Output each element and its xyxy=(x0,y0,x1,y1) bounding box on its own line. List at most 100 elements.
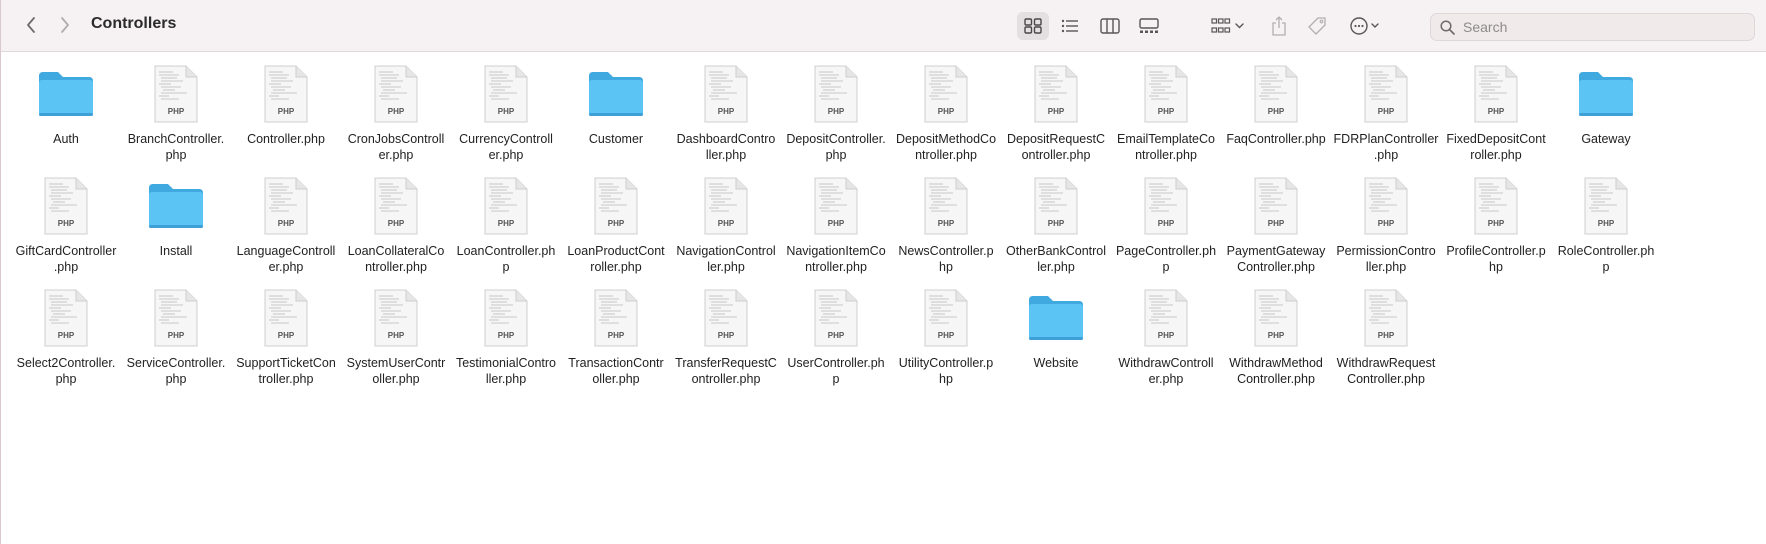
file-name: BranchController. php xyxy=(127,132,225,162)
column-view-button[interactable] xyxy=(1095,12,1125,40)
folder-item[interactable]: Install xyxy=(121,172,231,284)
php-badge: PHP xyxy=(1598,219,1615,228)
php-file-icon: PHP xyxy=(1364,65,1408,123)
php-file-icon: PHP xyxy=(1474,177,1518,235)
php-file-icon: PHP xyxy=(264,177,308,235)
icon-view-button[interactable] xyxy=(1017,12,1049,40)
file-item[interactable]: PHP CurrencyControll er.php xyxy=(451,60,561,172)
php-badge: PHP xyxy=(1268,331,1285,340)
file-item[interactable]: PHP PaymentGateway Controller.php xyxy=(1221,172,1331,284)
item-icon: PHP xyxy=(1245,284,1307,352)
file-item[interactable]: PHP SystemUserContr oller.php xyxy=(341,284,451,396)
file-item[interactable]: PHP ProfileController.p hp xyxy=(1441,172,1551,284)
file-name: Controller.php xyxy=(247,132,325,146)
php-file-icon: PHP xyxy=(1474,65,1518,123)
group-by-button[interactable] xyxy=(1207,12,1251,40)
more-actions-button[interactable] xyxy=(1346,12,1386,40)
file-item[interactable]: PHP DepositMethodCo ntroller.php xyxy=(891,60,1001,172)
php-badge: PHP xyxy=(718,331,735,340)
tag-button[interactable] xyxy=(1303,12,1331,40)
file-item[interactable]: PHP RoleController.ph p xyxy=(1551,172,1661,284)
file-item[interactable]: PHP LanguageControll er.php xyxy=(231,172,341,284)
php-badge: PHP xyxy=(828,219,845,228)
file-name: WithdrawControll er.php xyxy=(1118,356,1214,386)
item-icon: PHP xyxy=(1355,172,1417,240)
folder-item[interactable]: Customer xyxy=(561,60,671,172)
file-item[interactable]: PHP TransactionContr oller.php xyxy=(561,284,671,396)
php-badge: PHP xyxy=(1158,107,1175,116)
file-name: Website xyxy=(1033,356,1079,370)
file-name: PaymentGateway Controller.php xyxy=(1226,244,1326,274)
php-file-icon: PHP xyxy=(1254,177,1298,235)
php-file-icon: PHP xyxy=(814,289,858,347)
file-item[interactable]: PHP BranchController. php xyxy=(121,60,231,172)
php-file-icon: PHP xyxy=(1034,177,1078,235)
file-item[interactable]: PHP LoanController.ph p xyxy=(451,172,561,284)
file-item[interactable]: PHP ServiceController. php xyxy=(121,284,231,396)
file-item[interactable]: PHP LoanProductCont roller.php xyxy=(561,172,671,284)
folder-icon xyxy=(1029,296,1083,340)
file-item[interactable]: PHP PageController.ph p xyxy=(1111,172,1221,284)
file-item[interactable]: PHP Controller.php xyxy=(231,60,341,172)
file-name: PageController.ph p xyxy=(1115,244,1217,274)
folder-item[interactable]: Website xyxy=(1001,284,1111,396)
list-view-button[interactable] xyxy=(1055,12,1085,40)
folder-item[interactable]: Auth xyxy=(11,60,121,172)
php-badge: PHP xyxy=(1048,107,1065,116)
file-item[interactable]: PHP LoanCollateralCo ntroller.php xyxy=(341,172,451,284)
item-icon: PHP xyxy=(805,284,867,352)
file-item[interactable]: PHP NavigationControl ler.php xyxy=(671,172,781,284)
php-badge: PHP xyxy=(1268,219,1285,228)
file-item[interactable]: PHP TransferRequestC ontroller.php xyxy=(671,284,781,396)
file-item[interactable]: PHP DashboardContro ller.php xyxy=(671,60,781,172)
php-file-icon: PHP xyxy=(704,177,748,235)
file-name: Gateway xyxy=(1581,132,1631,146)
item-icon xyxy=(1025,284,1087,352)
file-item[interactable]: PHP TestimonialContro ller.php xyxy=(451,284,561,396)
php-file-icon: PHP xyxy=(1034,65,1078,123)
item-icon: PHP xyxy=(915,172,977,240)
search-input[interactable] xyxy=(1463,19,1733,35)
item-icon: PHP xyxy=(475,284,537,352)
file-name: Select2Controller. php xyxy=(16,356,116,386)
file-item[interactable]: PHP PermissionContro ller.php xyxy=(1331,172,1441,284)
file-name: Auth xyxy=(53,132,79,146)
folder-item[interactable]: Gateway xyxy=(1551,60,1661,172)
item-icon: PHP xyxy=(915,284,977,352)
file-item[interactable]: PHP EmailTemplateCo ntroller.php xyxy=(1111,60,1221,172)
php-badge: PHP xyxy=(1158,331,1175,340)
file-item[interactable]: PHP FDRPlanController .php xyxy=(1331,60,1441,172)
file-item[interactable]: PHP Select2Controller. php xyxy=(11,284,121,396)
file-item[interactable]: PHP DepositRequestC ontroller.php xyxy=(1001,60,1111,172)
share-button[interactable] xyxy=(1265,12,1293,40)
search-field[interactable] xyxy=(1430,13,1755,41)
file-item[interactable]: PHP OtherBankControl ler.php xyxy=(1001,172,1111,284)
file-item[interactable]: PHP UserController.ph p xyxy=(781,284,891,396)
gallery-view-button[interactable] xyxy=(1133,12,1165,40)
back-button[interactable] xyxy=(19,13,43,37)
file-name: Install xyxy=(159,244,193,258)
file-item[interactable]: PHP WithdrawMethod Controller.php xyxy=(1221,284,1331,396)
file-item[interactable]: PHP NewsController.p hp xyxy=(891,172,1001,284)
item-icon xyxy=(1575,60,1637,128)
file-name: NewsController.p hp xyxy=(898,244,994,274)
file-item[interactable]: PHP FaqController.php xyxy=(1221,60,1331,172)
file-item[interactable]: PHP UtilityController.p hp xyxy=(891,284,1001,396)
file-name: TestimonialContro ller.php xyxy=(455,356,557,386)
icon-view-icon xyxy=(1024,18,1042,34)
file-item[interactable]: PHP CronJobsControll er.php xyxy=(341,60,451,172)
file-item[interactable]: PHP GiftCardController .php xyxy=(11,172,121,284)
forward-button[interactable] xyxy=(53,13,77,37)
file-name: WithdrawRequest Controller.php xyxy=(1336,356,1436,386)
file-name: RoleController.ph p xyxy=(1557,244,1655,274)
file-item[interactable]: PHP NavigationItemCo ntroller.php xyxy=(781,172,891,284)
file-item[interactable]: PHP FixedDepositCont roller.php xyxy=(1441,60,1551,172)
file-item[interactable]: PHP WithdrawControll er.php xyxy=(1111,284,1221,396)
file-item[interactable]: PHP SupportTicketCon troller.php xyxy=(231,284,341,396)
file-item[interactable]: PHP DepositController. php xyxy=(781,60,891,172)
file-item[interactable]: PHP WithdrawRequest Controller.php xyxy=(1331,284,1441,396)
file-name: DashboardContro ller.php xyxy=(676,132,776,162)
file-name: CurrencyControll er.php xyxy=(459,132,553,162)
php-badge: PHP xyxy=(828,107,845,116)
item-icon: PHP xyxy=(1245,172,1307,240)
